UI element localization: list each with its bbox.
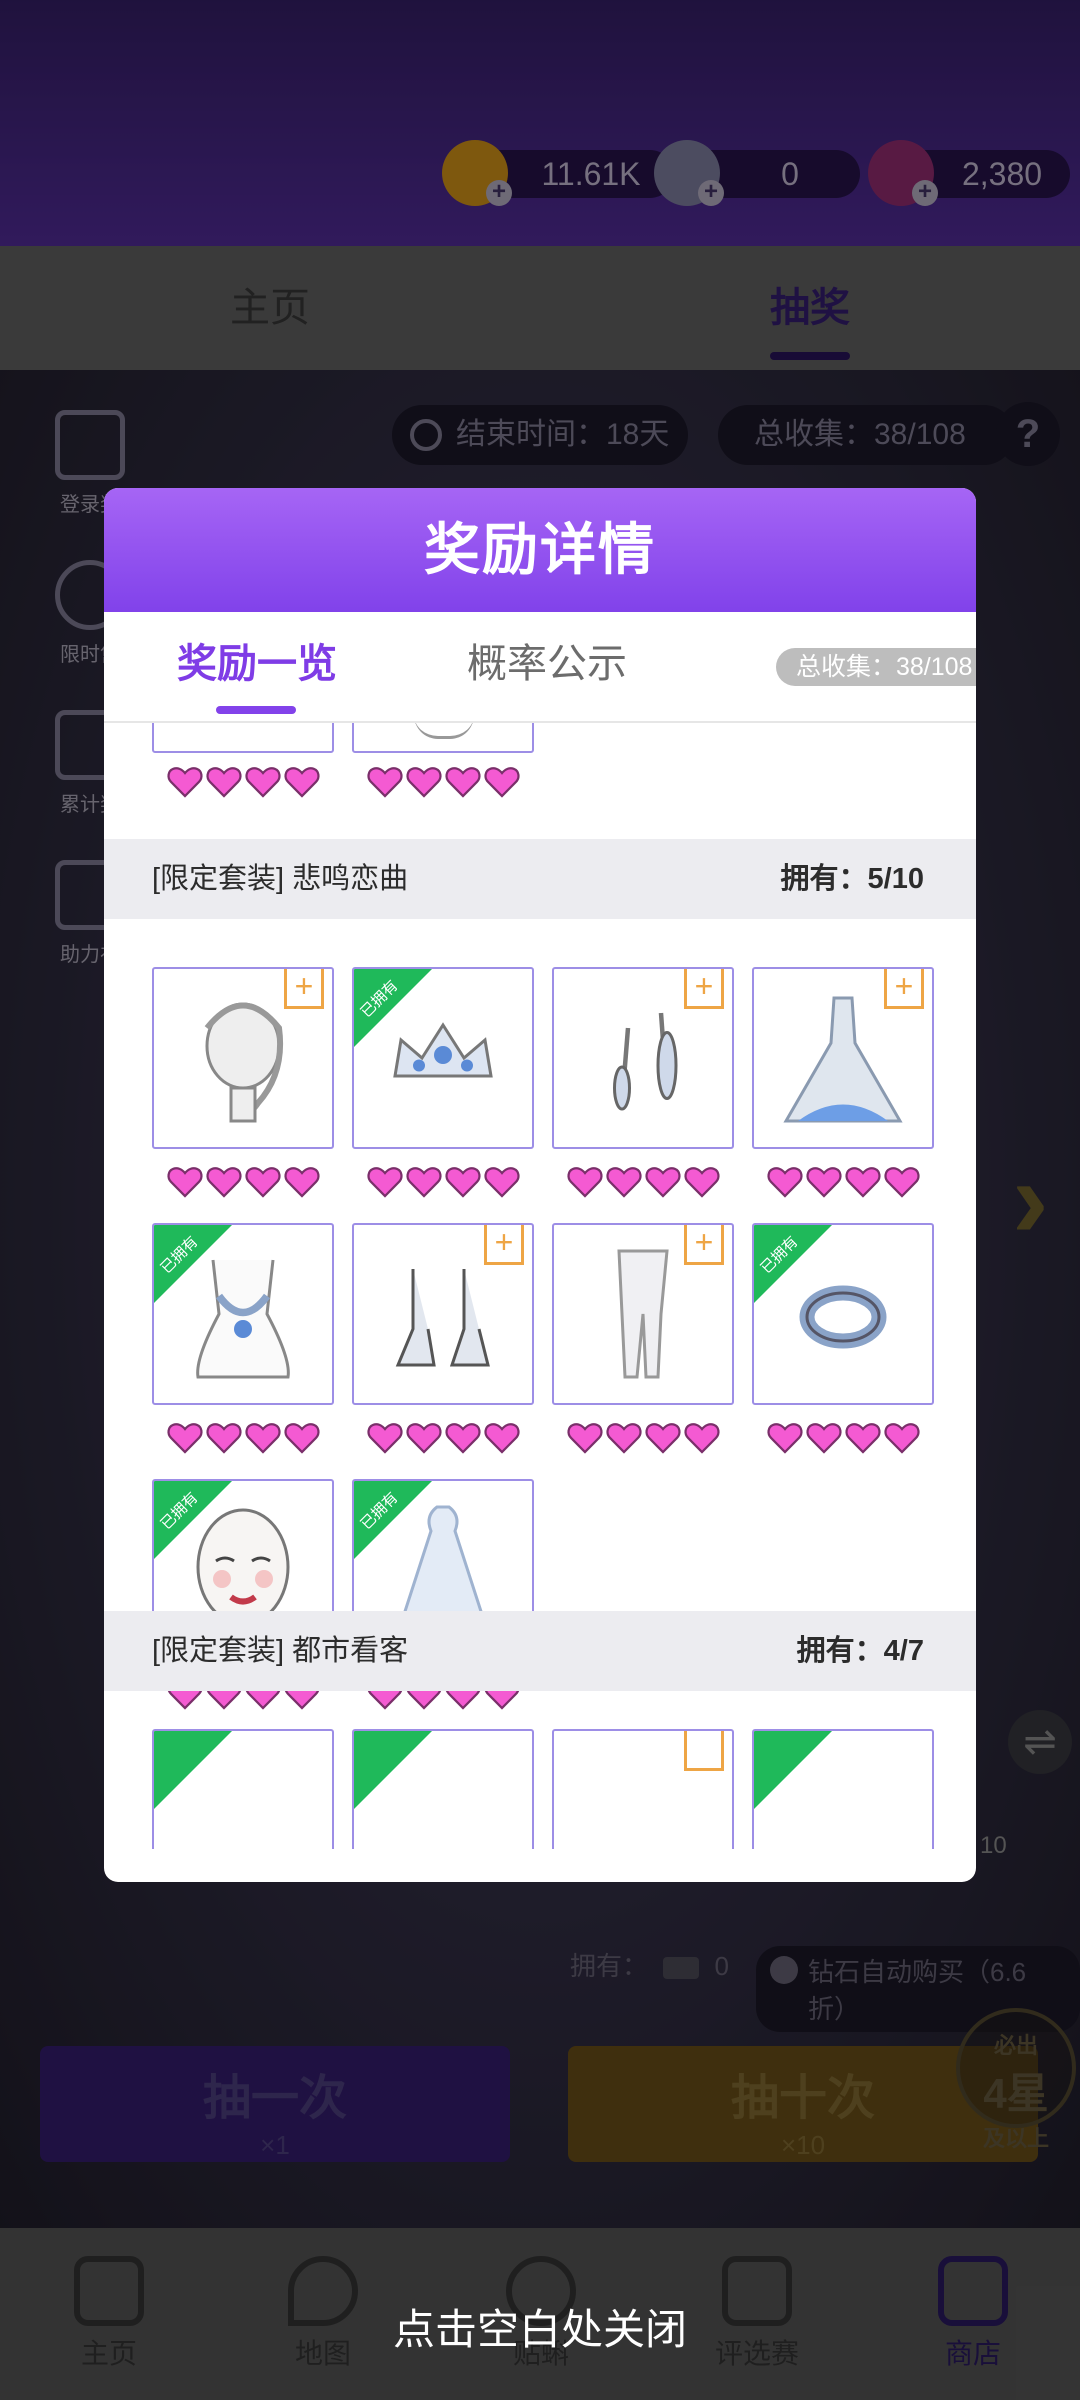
add-wishlist-icon[interactable]: +	[484, 1225, 524, 1265]
reward-card[interactable]: 已拥有	[352, 967, 534, 1149]
heart-icon	[766, 1423, 803, 1454]
heart-icon	[566, 1423, 603, 1454]
heart-icon	[844, 1423, 881, 1454]
rarity-stars	[752, 1161, 934, 1201]
reward-card-partial[interactable]	[552, 1729, 734, 1849]
reward-card[interactable]: 已拥有	[152, 1223, 334, 1405]
rarity-stars	[152, 1161, 334, 1201]
heart-icon	[644, 1167, 681, 1198]
reward-card-partial[interactable]	[352, 1729, 534, 1849]
heart-icon	[444, 1423, 481, 1454]
rarity-stars	[152, 1417, 334, 1457]
heart-icon	[244, 1167, 281, 1198]
tab-reward-list[interactable]: 奖励一览	[144, 612, 370, 710]
heart-icon	[366, 767, 403, 798]
heart-icon	[244, 1423, 281, 1454]
heart-icon	[683, 1423, 720, 1454]
heart-icon	[683, 1167, 720, 1198]
reward-list[interactable]: [限定套装] 悲鸣恋曲 拥有：5/10 + 已拥有 + + 已拥有 + + 已拥有 已拥有 已拥有…	[104, 723, 976, 1849]
heart-icon	[844, 1167, 881, 1198]
reward-card[interactable]: +	[552, 967, 734, 1149]
heart-icon	[405, 767, 442, 798]
rarity-stars	[152, 761, 334, 801]
tab-underline	[216, 706, 296, 714]
heart-icon	[483, 767, 520, 798]
heart-icon	[444, 1167, 481, 1198]
heart-icon	[166, 1423, 203, 1454]
heart-icon	[644, 1423, 681, 1454]
rarity-stars	[552, 1161, 734, 1201]
heart-icon	[166, 767, 203, 798]
add-wishlist-icon[interactable]: +	[284, 969, 324, 1009]
heart-icon	[405, 1423, 442, 1454]
rarity-stars	[352, 761, 534, 801]
reward-card-partial[interactable]	[152, 1729, 334, 1849]
group-owned: 拥有：5/10	[780, 863, 924, 895]
group-name: [限定套装] 都市看客	[152, 1635, 409, 1667]
reward-card-partial[interactable]	[752, 1729, 934, 1849]
close-hint: 点击空白处关闭	[392, 2306, 687, 2353]
heart-icon	[483, 1423, 520, 1454]
reward-card-partial[interactable]	[152, 723, 334, 753]
heart-icon	[166, 1167, 203, 1198]
reward-card[interactable]: +	[552, 1223, 734, 1405]
heart-icon	[366, 1167, 403, 1198]
rarity-stars	[552, 1417, 734, 1457]
heart-icon	[405, 1167, 442, 1198]
group-name: [限定套装] 悲鸣恋曲	[152, 863, 409, 895]
makeup-icon	[414, 723, 474, 739]
heart-icon	[566, 1167, 603, 1198]
heart-icon	[805, 1167, 842, 1198]
reward-card[interactable]: +	[352, 1223, 534, 1405]
rarity-stars	[752, 1417, 934, 1457]
total-collect-badge: 总收集：38/108	[776, 648, 976, 686]
heart-icon	[883, 1423, 920, 1454]
heart-icon	[805, 1423, 842, 1454]
heart-icon	[283, 767, 320, 798]
group-header: [限定套装] 都市看客 拥有：4/7	[104, 1611, 976, 1691]
heart-icon	[883, 1167, 920, 1198]
heart-icon	[605, 1167, 642, 1198]
heart-icon	[283, 1423, 320, 1454]
reward-card-partial[interactable]	[352, 723, 534, 753]
reward-card[interactable]: +	[752, 967, 934, 1149]
add-wishlist-icon[interactable]: +	[884, 969, 924, 1009]
reward-card[interactable]: 已拥有	[752, 1223, 934, 1405]
heart-icon	[483, 1167, 520, 1198]
heart-icon	[244, 767, 281, 798]
add-wishlist-icon[interactable]: +	[684, 969, 724, 1009]
modal-title: 奖励详情	[104, 488, 976, 612]
heart-icon	[283, 1167, 320, 1198]
heart-icon	[205, 767, 242, 798]
heart-icon	[605, 1423, 642, 1454]
heart-icon	[205, 1167, 242, 1198]
group-header: [限定套装] 悲鸣恋曲 拥有：5/10	[104, 839, 976, 919]
heart-icon	[205, 1423, 242, 1454]
rarity-stars	[352, 1161, 534, 1201]
heart-icon	[766, 1167, 803, 1198]
rarity-stars	[352, 1417, 534, 1457]
heart-icon	[366, 1423, 403, 1454]
tab-probability[interactable]: 概率公示	[434, 612, 660, 710]
add-wishlist-icon[interactable]: +	[684, 1225, 724, 1265]
reward-details-modal: 奖励详情 奖励一览 概率公示 总收集：38/108 [限定套装] 悲鸣恋曲 拥有…	[104, 488, 976, 1882]
heart-icon	[444, 767, 481, 798]
group-owned: 拥有：4/7	[796, 1635, 924, 1667]
reward-card[interactable]: +	[152, 967, 334, 1149]
